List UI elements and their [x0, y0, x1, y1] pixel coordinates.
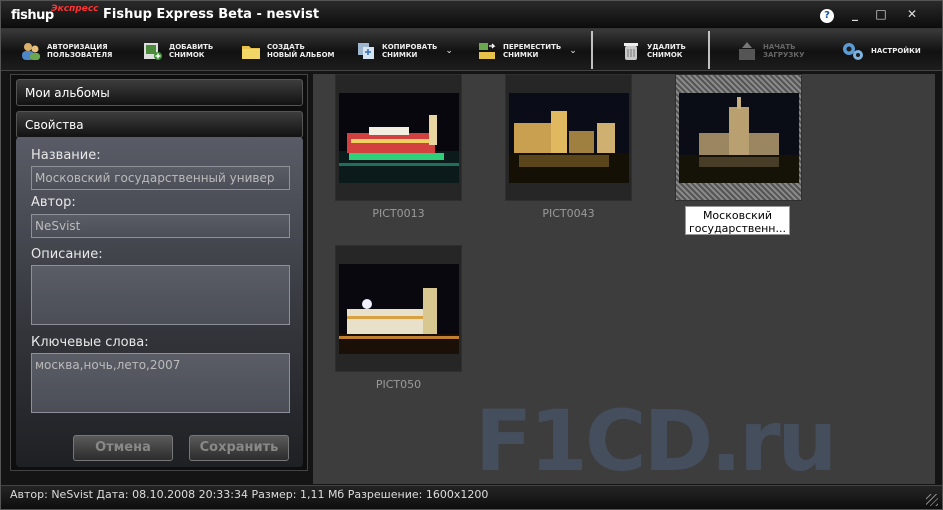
- author-field[interactable]: NeSvist: [31, 214, 290, 238]
- left-panel: Мои альбомы Свойства Название: Московски…: [10, 74, 308, 471]
- help-button[interactable]: ?: [816, 6, 838, 23]
- title-bar: fishup Экспресс Fishup Express Beta - ne…: [1, 1, 942, 29]
- photo-thumbnail[interactable]: [335, 245, 462, 372]
- app-window: fishup Экспресс Fishup Express Beta - ne…: [0, 0, 943, 510]
- add-photo-label: добавить снимок: [169, 43, 214, 59]
- properties-header[interactable]: Свойства: [16, 111, 303, 138]
- name-label: Название:: [31, 148, 101, 163]
- photo-caption-selected: Московский государственн...: [685, 206, 790, 235]
- toolbar-divider: [591, 31, 593, 69]
- save-button[interactable]: Сохранить: [189, 435, 289, 461]
- maximize-button[interactable]: □: [870, 6, 892, 23]
- minimize-button[interactable]: _: [844, 6, 866, 23]
- photo-image: [339, 264, 459, 354]
- window-title: Fishup Express Beta - nesvist: [103, 7, 320, 22]
- albums-header[interactable]: Мои альбомы: [16, 79, 303, 106]
- photo-thumbnail[interactable]: [335, 74, 462, 201]
- start-upload-button[interactable]: начать загрузку: [737, 37, 804, 65]
- move-icon: [479, 43, 496, 59]
- toolbar-divider: [708, 31, 710, 69]
- delete-photo-button[interactable]: удалить снимок: [621, 37, 686, 65]
- photo-caption: PICT0043: [542, 207, 595, 220]
- auth-user-label: Авторизация пользователя: [47, 43, 113, 59]
- folder-icon: [242, 46, 260, 59]
- status-bar: Автор: NeSvist Дата: 08.10.2008 20:33:34…: [1, 485, 942, 509]
- settings-button[interactable]: настройки: [841, 37, 921, 65]
- chevron-down-icon[interactable]: ⌄: [569, 46, 577, 56]
- gears-icon: [843, 43, 863, 60]
- photo-image: [679, 93, 799, 183]
- author-label: Автор:: [31, 195, 76, 210]
- watermark: F1CD.ru: [475, 392, 837, 484]
- copy-photos-button[interactable]: копировать снимки ⌄: [356, 37, 453, 65]
- status-text: Автор: NeSvist Дата: 08.10.2008 20:33:34…: [10, 488, 489, 501]
- keywords-label: Ключевые слова:: [31, 335, 149, 350]
- close-button[interactable]: ✕: [901, 6, 923, 23]
- trash-icon: [624, 43, 638, 60]
- add-photo-button[interactable]: добавить снимок: [143, 37, 213, 65]
- photo-thumbnail-selected[interactable]: [675, 74, 802, 201]
- photo-caption: PICT0013: [372, 207, 425, 220]
- settings-label: настройки: [871, 47, 921, 55]
- photo-thumbnail[interactable]: [505, 74, 632, 201]
- keywords-field[interactable]: москва,ночь,лето,2007: [31, 353, 290, 413]
- copy-photos-label: копировать снимки: [382, 43, 438, 59]
- chevron-down-icon[interactable]: ⌄: [445, 46, 453, 56]
- copy-icon: [358, 43, 374, 59]
- photo-grid: F1CD.ru PICT0013 PICT0043 Московский гос…: [313, 74, 935, 484]
- photo-image: [339, 93, 459, 183]
- cancel-button[interactable]: Отмена: [73, 435, 173, 461]
- photo-caption: PICT050: [375, 378, 422, 391]
- add-photo-icon: [144, 43, 162, 60]
- logo-sub: Экспресс: [51, 4, 99, 14]
- upload-icon: [739, 42, 755, 60]
- move-photos-label: переместить снимки: [503, 43, 562, 59]
- create-album-button[interactable]: создать новый альбом: [241, 37, 335, 65]
- name-field[interactable]: Московский государственный универ: [31, 166, 290, 190]
- app-logo: fishup Экспресс: [11, 4, 99, 26]
- delete-photo-label: удалить снимок: [647, 43, 686, 59]
- logo-main: fishup: [11, 8, 54, 23]
- resize-grip[interactable]: [926, 494, 938, 506]
- help-icon: ?: [820, 9, 834, 23]
- move-photos-button[interactable]: переместить снимки ⌄: [477, 37, 577, 65]
- description-field[interactable]: [31, 265, 290, 325]
- toolbar: Авторизация пользователя добавить снимок…: [1, 29, 942, 71]
- create-album-label: создать новый альбом: [267, 43, 335, 59]
- users-icon: [22, 43, 40, 60]
- start-upload-label: начать загрузку: [763, 43, 805, 59]
- auth-user-button[interactable]: Авторизация пользователя: [21, 37, 112, 65]
- properties-panel: Название: Московский государственный уни…: [16, 137, 303, 467]
- description-label: Описание:: [31, 247, 103, 262]
- photo-image: [509, 93, 629, 183]
